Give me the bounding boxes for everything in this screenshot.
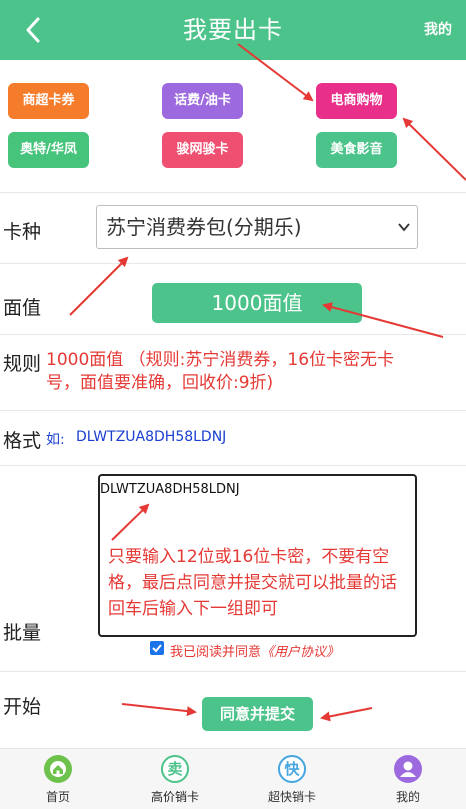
category-grid: 商超卡券 话费/油卡 电商购物 奥特/华凤 骏网骏卡 美食影音	[8, 68, 466, 192]
start-label: 开始	[3, 696, 42, 718]
divider	[0, 263, 466, 264]
tab-home-label: 首页	[45, 790, 70, 804]
category-dianshang[interactable]: 电商购物	[316, 83, 397, 119]
card-type-value: 苏宁消费券包(分期乐)	[106, 215, 302, 239]
batch-textarea-value: DLWTZUA8DH58LDNJ	[100, 482, 240, 497]
agreement-prefix: 我已阅读并同意	[170, 645, 262, 660]
category-huafei[interactable]: 话费/油卡	[162, 83, 243, 119]
agreement-text: 我已阅读并同意《用户协议》	[170, 641, 339, 660]
face-value-label: 面值	[3, 297, 42, 319]
card-type-select[interactable]: 苏宁消费券包(分期乐)	[96, 205, 418, 249]
fast-icon: 快	[278, 755, 306, 783]
batch-annotation: 只要输入12位或16位卡密，不要有空格，最后点同意并提交就可以批量的话回车后输入…	[108, 547, 397, 619]
category-meishi[interactable]: 美食影音	[316, 132, 397, 168]
bottom-tabbar: 首页 卖 高价销卡 快 超快销卡 我的	[0, 748, 466, 809]
user-agreement-link[interactable]: 《用户协议》	[261, 645, 339, 660]
tab-high-price[interactable]: 卖 高价销卡	[117, 749, 233, 809]
batch-label: 批量	[3, 622, 42, 644]
format-example: DLWTZUA8DH58LDNJ	[76, 429, 227, 445]
divider	[0, 410, 466, 411]
rule-label: 规则	[3, 353, 42, 375]
divider	[0, 334, 466, 335]
annotation-arrow	[69, 256, 129, 316]
check-icon	[152, 644, 162, 653]
tab-mine-label: 我的	[395, 790, 420, 804]
header: 我要出卡 我的	[0, 0, 466, 60]
divider	[0, 671, 466, 672]
format-label: 格式	[3, 430, 42, 452]
agree-submit-button[interactable]: 同意并提交	[202, 697, 313, 731]
home-icon	[44, 755, 72, 783]
annotation-arrow	[320, 707, 373, 722]
mine-link[interactable]: 我的	[424, 0, 452, 60]
category-junwang[interactable]: 骏网骏卡	[162, 132, 243, 168]
sell-icon: 卖	[161, 755, 189, 783]
format-prefix: 如:	[46, 432, 65, 448]
divider	[0, 192, 466, 193]
annotation-arrow	[121, 703, 197, 717]
rule-text: 1000面值 （规则:苏宁消费券，16位卡密无卡号，面值要准确，回收价:9折)	[46, 350, 395, 393]
tab-high-price-label: 高价销卡	[150, 790, 199, 804]
tab-mine[interactable]: 我的	[350, 749, 466, 809]
category-shangchao[interactable]: 商超卡券	[8, 83, 89, 119]
page-title: 我要出卡	[183, 16, 283, 44]
agree-checkbox[interactable]	[150, 641, 164, 655]
chevron-down-icon	[398, 223, 410, 232]
tab-fast[interactable]: 快 超快销卡	[234, 749, 350, 809]
face-value-button[interactable]: 1000面值	[152, 283, 362, 323]
divider	[0, 465, 466, 466]
page: 我要出卡 我的 商超卡券 话费/油卡 电商购物 奥特/华凤 骏网骏卡 美食影音 …	[0, 0, 466, 809]
batch-textarea[interactable]: DLWTZUA8DH58LDNJ 只要输入12位或16位卡密，不要有空格，最后点…	[98, 474, 417, 637]
card-type-label: 卡种	[3, 221, 42, 243]
category-aote[interactable]: 奥特/华凤	[8, 132, 89, 168]
tab-home[interactable]: 首页	[0, 749, 116, 809]
user-icon	[394, 755, 422, 783]
tab-fast-label: 超快销卡	[267, 790, 316, 804]
